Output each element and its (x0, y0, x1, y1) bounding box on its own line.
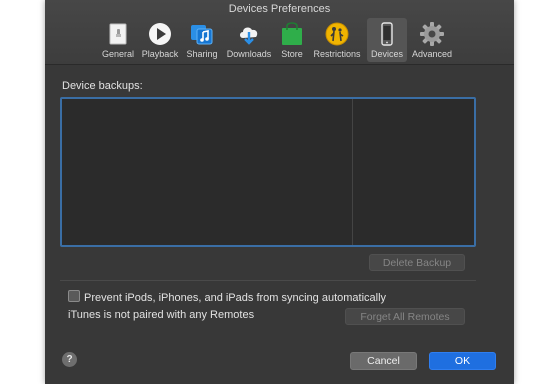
phone-icon (381, 22, 393, 46)
toolbar-item-label: Playback (141, 49, 179, 59)
toolbar-item-devices[interactable]: Devices (367, 18, 407, 62)
download-cloud-icon (240, 27, 258, 45)
section-divider (60, 280, 476, 281)
toolbar-item-label: Devices (370, 49, 403, 59)
cancel-button[interactable]: Cancel (350, 352, 417, 370)
remotes-status: iTunes is not paired with any Remotes (68, 309, 255, 321)
toolbar: Devices Preferences General Playback Sha… (45, 0, 514, 65)
toolbar-item-store[interactable]: Store (277, 18, 307, 62)
toolbar-item-advanced[interactable]: Advanced (409, 18, 455, 62)
ok-button[interactable]: OK (429, 352, 496, 370)
delete-backup-button[interactable]: Delete Backup (369, 254, 465, 271)
prevent-sync-checkbox[interactable] (68, 290, 80, 302)
toolbar-item-general[interactable]: General (99, 18, 137, 62)
toolbar-item-label: General (101, 49, 135, 59)
help-button[interactable]: ? (62, 352, 77, 367)
prevent-sync-label[interactable]: Prevent iPods, iPhones, and iPads from s… (84, 292, 386, 304)
toolbar-item-downloads[interactable]: Downloads (223, 18, 275, 62)
toolbar-item-label: Downloads (226, 49, 272, 59)
prevent-sync-row[interactable]: Prevent iPods, iPhones, and iPads from s… (68, 290, 386, 304)
toolbar-item-label: Store (281, 49, 303, 59)
gear-icon (420, 22, 444, 46)
toolbar-item-label: Restrictions (313, 49, 361, 59)
device-backups-label: Device backups: (62, 80, 143, 92)
restrictions-icon (325, 22, 349, 46)
forget-all-remotes-button[interactable]: Forget All Remotes (345, 308, 465, 325)
toolbar-item-playback[interactable]: Playback (139, 18, 181, 62)
store-bag-icon (282, 22, 302, 45)
play-icon (149, 23, 171, 45)
toolbar-item-label: Advanced (411, 49, 453, 59)
toolbar-item-restrictions[interactable]: Restrictions (309, 18, 365, 62)
device-backups-table[interactable] (60, 97, 476, 247)
general-icon (109, 23, 127, 45)
sharing-icon (191, 25, 213, 45)
column-divider[interactable] (352, 99, 353, 245)
toolbar-item-label: Sharing (186, 49, 218, 59)
preferences-window: Devices Preferences General Playback Sha… (45, 0, 514, 384)
window-title: Devices Preferences (228, 3, 331, 15)
toolbar-item-sharing[interactable]: Sharing (183, 18, 221, 62)
